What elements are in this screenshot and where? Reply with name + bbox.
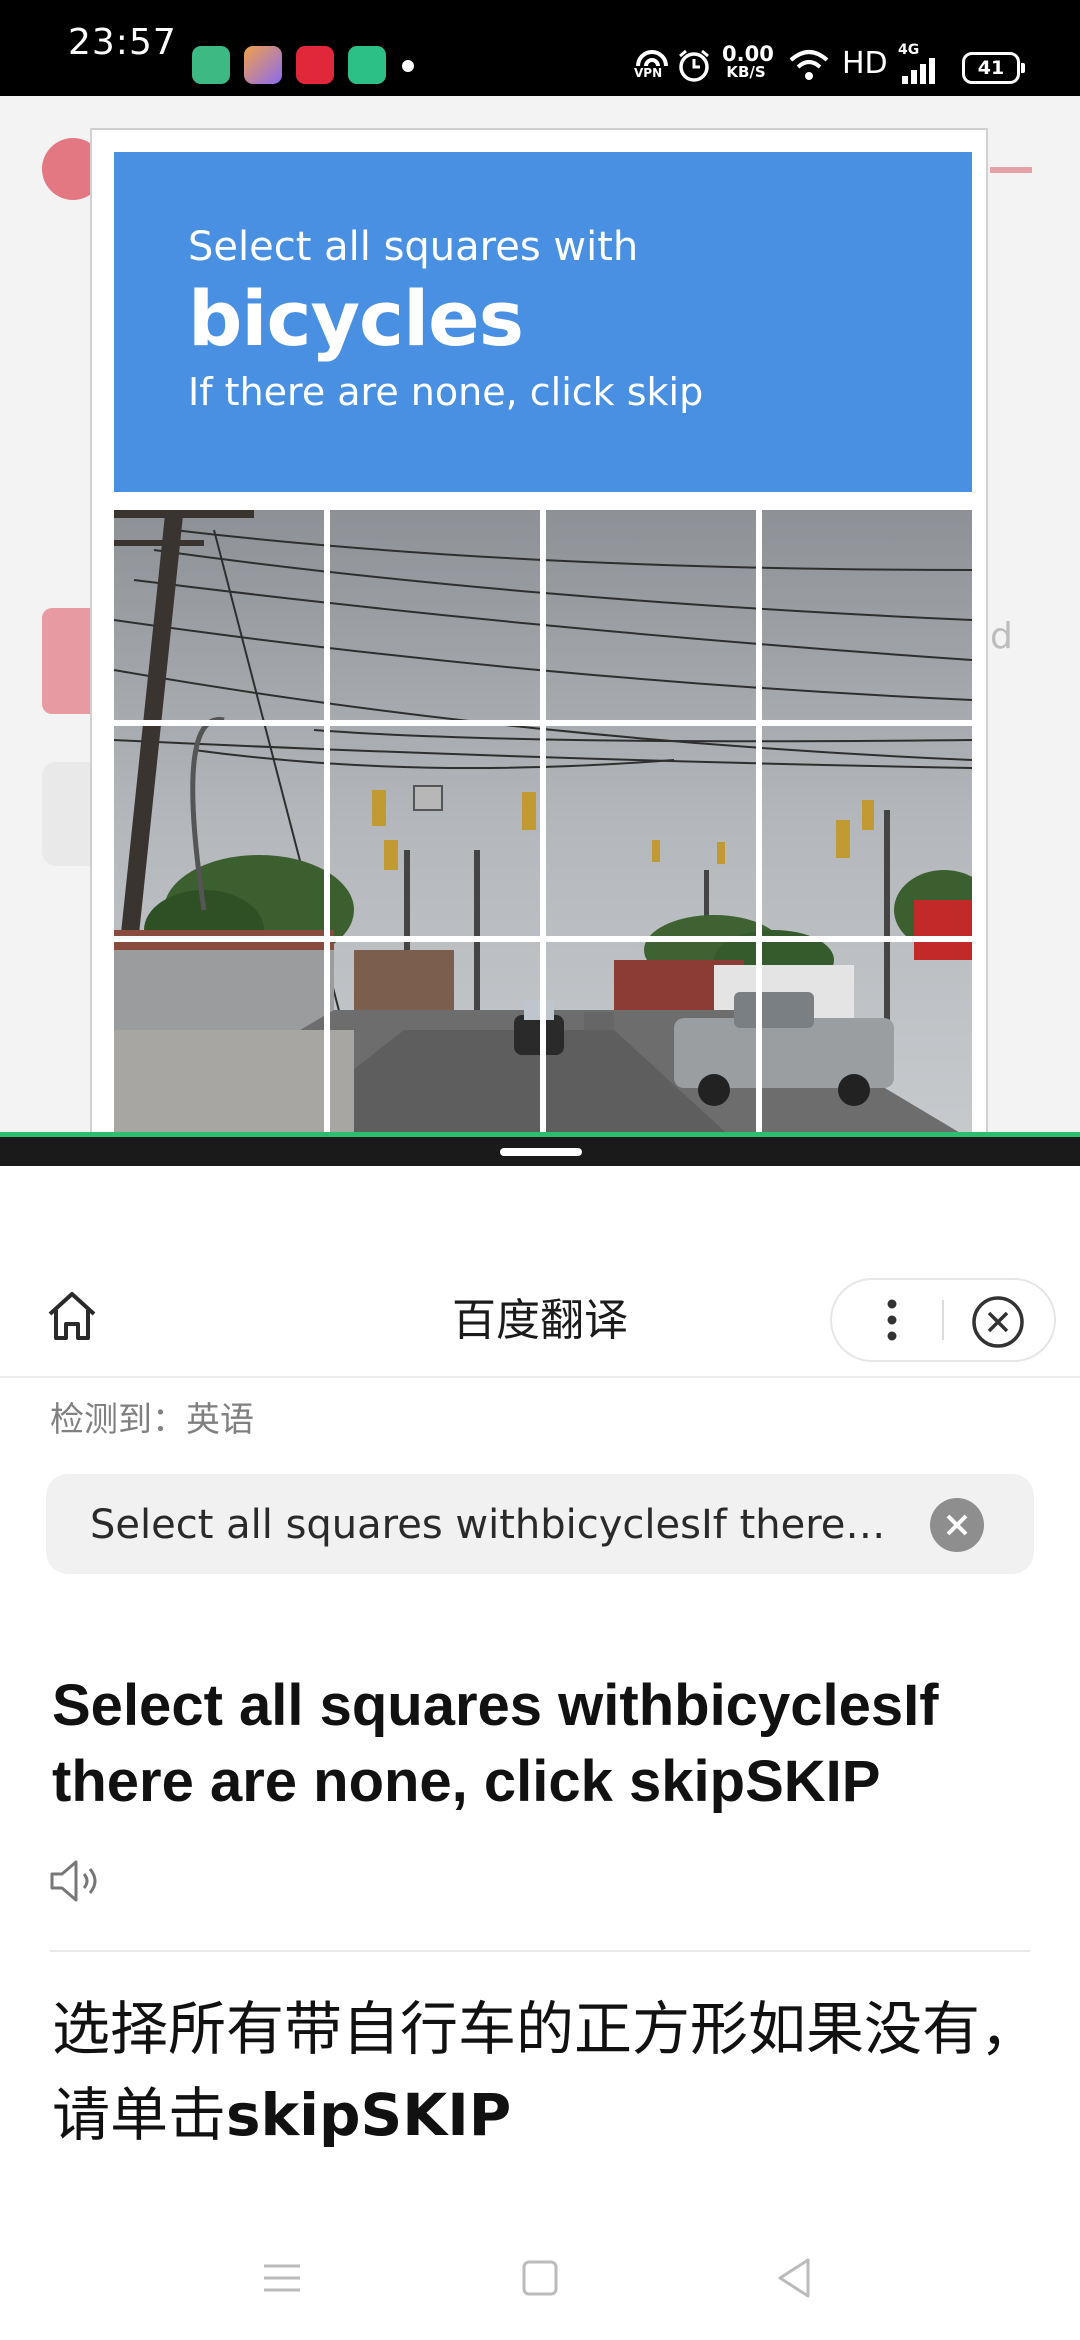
hd-label: HD xyxy=(842,46,888,81)
translation-result-zh: 选择所有带自行车的正方形如果没有，请单击 xyxy=(52,1995,1039,2149)
captcha-tile[interactable] xyxy=(330,726,540,936)
shortcut-app-icon xyxy=(244,46,282,84)
status-bar: 23:57 VPN 0.00 KB/S HD 4G 41 xyxy=(0,0,1080,96)
background-button xyxy=(42,608,92,714)
background-card xyxy=(42,762,92,866)
translator-pane: 百度翻译 检测到：英语 Select all squares withbicyc… xyxy=(0,1166,1080,2340)
vpn-label: VPN xyxy=(634,66,663,80)
notification-dot xyxy=(402,60,414,72)
captcha-header: Select all squares with bicycles If ther… xyxy=(114,152,972,492)
captcha-skip-hint: If there are none, click skip xyxy=(188,370,704,414)
divider-handle[interactable] xyxy=(500,1148,582,1156)
header-divider xyxy=(0,1376,1080,1378)
captcha-tile[interactable] xyxy=(762,942,972,1132)
captcha-dialog: Select all squares with bicycles If ther… xyxy=(90,128,988,1132)
source-input-text[interactable]: Select all squares withbicyclesIf there … xyxy=(90,1502,890,1548)
source-text: Select all squares withbicyclesIf there … xyxy=(52,1673,939,1814)
back-triangle-icon[interactable] xyxy=(772,2254,820,2302)
battery-indicator: 41 xyxy=(962,52,1025,84)
captcha-tile[interactable] xyxy=(330,510,540,720)
red-app-icon xyxy=(296,46,334,84)
network-speed: 0.00 KB/S xyxy=(722,42,774,81)
menu-icon[interactable] xyxy=(258,2254,306,2302)
background-text: d xyxy=(990,616,1013,657)
captcha-tile[interactable] xyxy=(546,510,756,720)
signal-icon xyxy=(900,56,940,88)
detected-language: 检测到：英语 xyxy=(50,1400,254,1440)
translation-result: 选择所有带自行车的正方形如果没有，请单击skipSKIP xyxy=(52,1986,1042,2158)
clear-input-icon[interactable] xyxy=(930,1498,984,1552)
capsule-menu xyxy=(830,1278,1056,1362)
net-speed-unit: KB/S xyxy=(726,63,766,81)
captcha-tile[interactable] xyxy=(762,510,972,720)
source-input[interactable]: Select all squares withbicyclesIf there … xyxy=(46,1474,1034,1574)
speaker-icon[interactable] xyxy=(48,1856,102,1906)
system-nav-bar xyxy=(0,2230,1080,2340)
captcha-image-grid xyxy=(114,510,972,1132)
captcha-tile[interactable] xyxy=(546,726,756,936)
captcha-tile[interactable] xyxy=(114,510,324,720)
capsule-separator xyxy=(942,1300,944,1340)
captcha-tile[interactable] xyxy=(762,726,972,936)
captcha-target-word: bicycles xyxy=(188,274,524,363)
wifi-icon xyxy=(788,48,830,86)
captcha-tile[interactable] xyxy=(546,942,756,1132)
result-divider xyxy=(50,1950,1030,1952)
net-speed-value: 0.00 xyxy=(722,42,774,66)
browser-pane: d Select all squares with bicycles If th… xyxy=(0,96,1080,1132)
message-app-icon xyxy=(348,46,386,84)
square-home-icon[interactable] xyxy=(516,2254,564,2302)
green-app-icon xyxy=(192,46,230,84)
close-circle-icon[interactable] xyxy=(970,1294,1026,1350)
captcha-instruction: Select all squares with xyxy=(188,224,639,270)
alarm-icon xyxy=(676,48,712,88)
more-vertical-icon[interactable] xyxy=(862,1292,922,1348)
captcha-tile[interactable] xyxy=(114,942,324,1132)
captcha-tile[interactable] xyxy=(330,942,540,1132)
menu-fragment xyxy=(990,167,1032,173)
captcha-tile[interactable] xyxy=(114,726,324,936)
translation-result-en: skipSKIP xyxy=(226,2081,512,2149)
status-time: 23:57 xyxy=(68,22,177,63)
